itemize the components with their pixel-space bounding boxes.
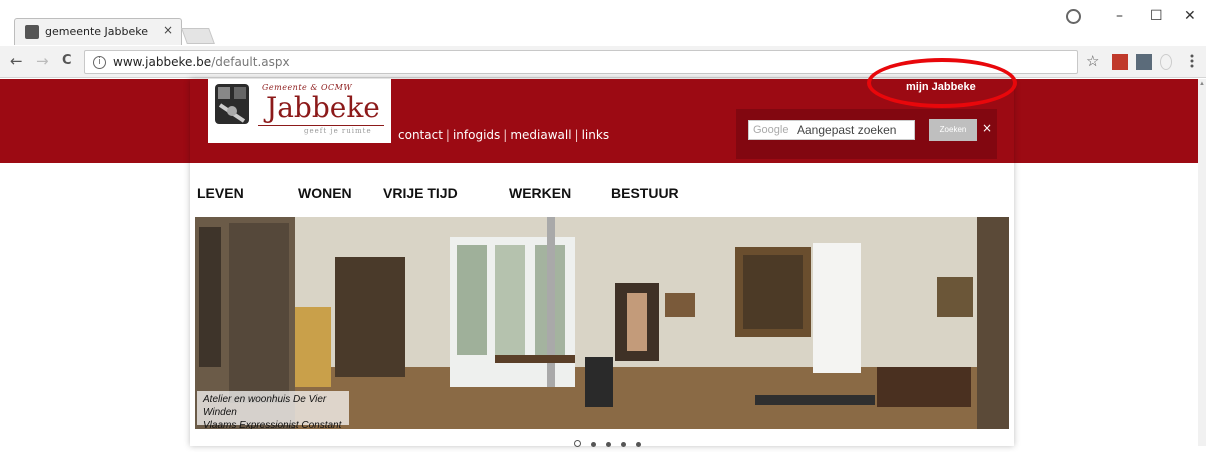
menu-icon[interactable] (1190, 54, 1194, 70)
carousel-dot[interactable] (621, 442, 626, 447)
bookmark-star-icon[interactable]: ☆ (1086, 52, 1099, 70)
back-button[interactable]: ← (10, 52, 23, 70)
browser-tabstrip: gemeente Jabbeke × – ☐ ✕ (0, 0, 1206, 46)
caption-line-2: Vlaams Expressionist Constant Permeke (203, 420, 342, 429)
logo-divider (258, 125, 384, 126)
scroll-up-icon[interactable]: ▲ (1198, 81, 1206, 87)
maximize-button[interactable]: ☐ (1150, 8, 1163, 24)
search-button[interactable]: Zoeken (929, 119, 977, 141)
carousel-dot[interactable] (606, 442, 611, 447)
web-page: Gemeente & OCMW Jabbeke geeft je ruimte … (0, 58, 1198, 447)
link-separator: | (503, 128, 508, 142)
caption-line-1: Atelier en woonhuis De Vier Winden (203, 394, 327, 418)
jabbeke-logo[interactable]: Gemeente & OCMW Jabbeke geeft je ruimte (208, 79, 391, 143)
search-placeholder: Aangepast zoeken (797, 123, 897, 137)
nav-item-vrije-tijd[interactable]: VRIJE TIJD (383, 185, 458, 201)
logo-title: Jabbeke (266, 91, 380, 124)
link-contact[interactable]: contact (398, 128, 443, 142)
nav-item-bestuur[interactable]: BESTUUR (611, 185, 679, 201)
link-separator: | (574, 128, 579, 142)
url-path: /default.aspx (211, 55, 290, 69)
hero-caption: Atelier en woonhuis De Vier Winden Vlaam… (197, 391, 349, 429)
tab-title: gemeente Jabbeke (45, 25, 149, 38)
utility-links: contact | infogids | mediawall | links (398, 128, 609, 142)
nav-item-werken[interactable]: WERKEN (509, 185, 571, 201)
main-navigation: LEVEN WONEN VRIJE TIJD WERKEN BESTUUR (190, 179, 1014, 211)
google-brand-label: Google (753, 124, 789, 136)
forward-button[interactable]: → (36, 52, 49, 70)
clear-search-icon[interactable]: × (982, 121, 992, 135)
close-window-button[interactable]: ✕ (1184, 8, 1196, 24)
new-tab-button[interactable] (181, 28, 215, 44)
carousel-indicators (574, 434, 651, 447)
logo-tagline: geeft je ruimte (304, 127, 372, 135)
carousel-dot[interactable] (591, 442, 596, 447)
link-separator: | (445, 128, 450, 142)
reload-button[interactable]: C (62, 53, 72, 68)
url-text: www.jabbeke.be/default.aspx (113, 55, 290, 69)
browser-toolbar: ← → C i www.jabbeke.be/default.aspx ☆ (0, 46, 1206, 78)
url-host: www.jabbeke.be (113, 55, 212, 69)
link-mediawall[interactable]: mediawall (510, 128, 571, 142)
content-container: Gemeente & OCMW Jabbeke geeft je ruimte … (190, 79, 1014, 447)
hero-slideshow-image[interactable]: Atelier en woonhuis De Vier Winden Vlaam… (195, 217, 1009, 429)
site-info-icon[interactable]: i (93, 56, 106, 69)
nav-item-wonen[interactable]: WONEN (298, 185, 352, 201)
coat-of-arms-icon (215, 84, 249, 124)
carousel-dot[interactable] (636, 442, 641, 447)
nav-item-leven[interactable]: LEVEN (197, 185, 244, 201)
link-infogids[interactable]: infogids (453, 128, 500, 142)
extension-icon[interactable] (1136, 54, 1152, 70)
link-links[interactable]: links (582, 128, 609, 142)
extension-icon-disabled[interactable] (1160, 54, 1172, 70)
browser-tab[interactable]: gemeente Jabbeke × (14, 18, 182, 45)
site-favicon-icon (25, 25, 39, 39)
search-input[interactable]: Google Aangepast zoeken (748, 120, 915, 140)
minimize-button[interactable]: – (1116, 8, 1123, 24)
tab-close-icon[interactable]: × (163, 23, 173, 37)
profile-icon[interactable] (1066, 9, 1081, 24)
annotation-red-circle (867, 58, 1017, 108)
page-scrollbar[interactable]: ▲ (1198, 79, 1206, 446)
pdf-extension-icon[interactable] (1112, 54, 1128, 70)
